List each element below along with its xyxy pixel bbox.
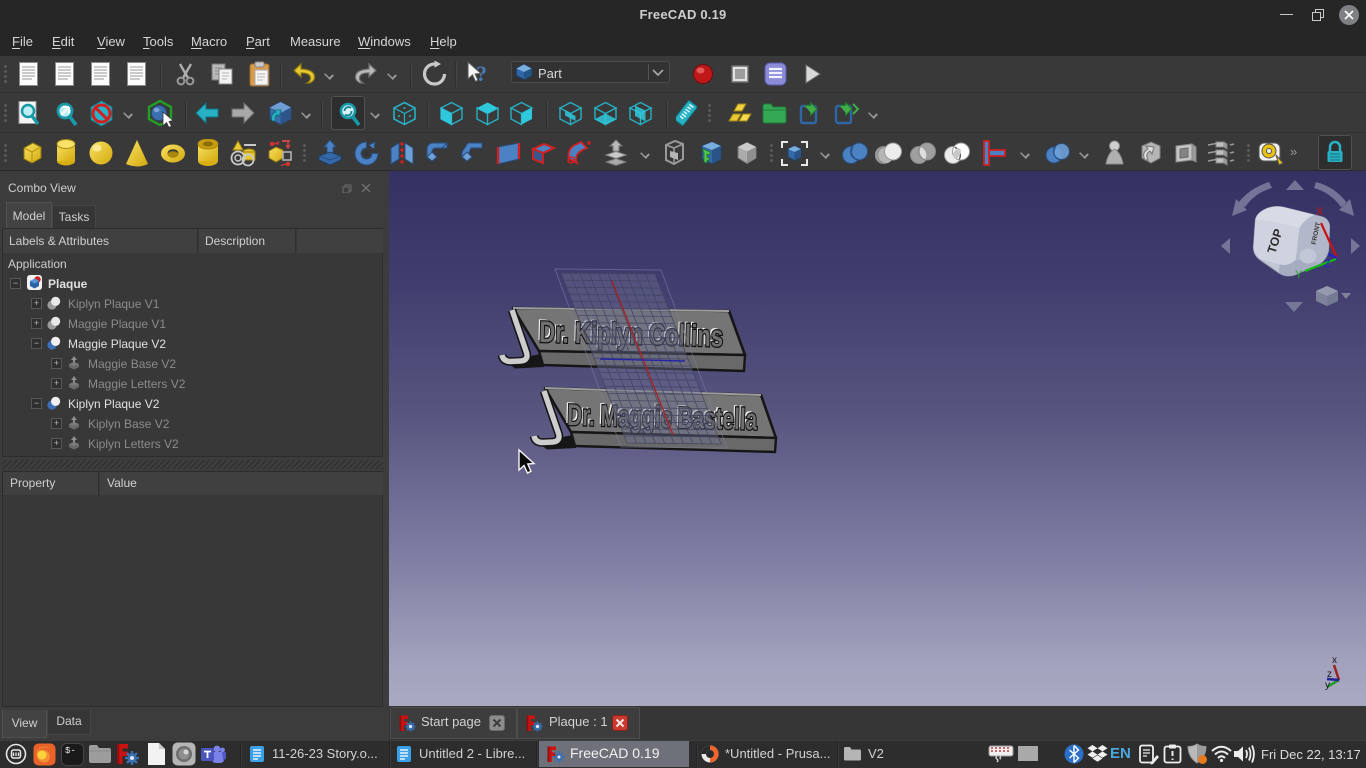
svg-text:$-: $- xyxy=(65,746,76,756)
svg-text:x: x xyxy=(1332,655,1337,666)
svg-text:Y: Y xyxy=(1295,269,1303,281)
svg-text:X: X xyxy=(1316,206,1324,218)
svg-text:y: y xyxy=(1325,680,1330,691)
svg-text:Z: Z xyxy=(1324,258,1331,270)
svg-text:z: z xyxy=(1327,669,1332,680)
